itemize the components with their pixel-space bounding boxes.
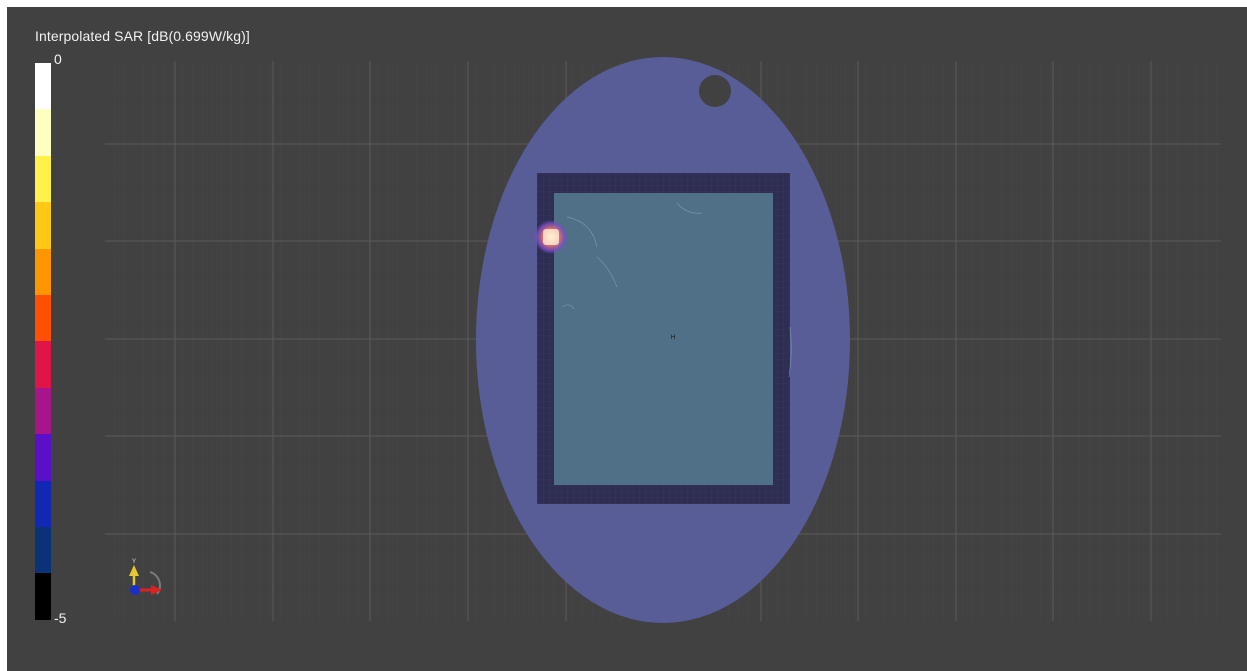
colorbar-segment [35, 480, 51, 528]
colorbar-min-label: -5 [54, 610, 67, 626]
z-axis-ball [130, 585, 140, 595]
colorbar-max-label: 0 [54, 51, 62, 67]
colorbar-segment [35, 527, 51, 574]
colorbar [35, 63, 51, 620]
colorbar-segment [35, 109, 51, 156]
colorbar-segment [35, 434, 51, 481]
3d-viewport[interactable]: H Y Interpolated SAR [dB(0.699W/kg)] 0 -… [7, 7, 1247, 671]
colorbar-segment [35, 248, 51, 296]
colorbar-title: Interpolated SAR [dB(0.699W/kg)] [35, 28, 250, 44]
colorbar-segment [35, 63, 51, 110]
device-screen [554, 193, 773, 485]
sar-scene: H Y [105, 57, 1221, 623]
sar-hotspot [534, 220, 568, 254]
colorbar-segment [35, 573, 51, 620]
colorbar-segment [35, 155, 51, 203]
colorbar-segment [35, 341, 51, 388]
phantom-hole [699, 75, 731, 107]
colorbar-segment [35, 387, 51, 435]
colorbar-segment [35, 295, 51, 342]
center-marker: H [671, 335, 675, 341]
y-axis-label: Y [132, 559, 136, 565]
colorbar-segment [35, 202, 51, 249]
